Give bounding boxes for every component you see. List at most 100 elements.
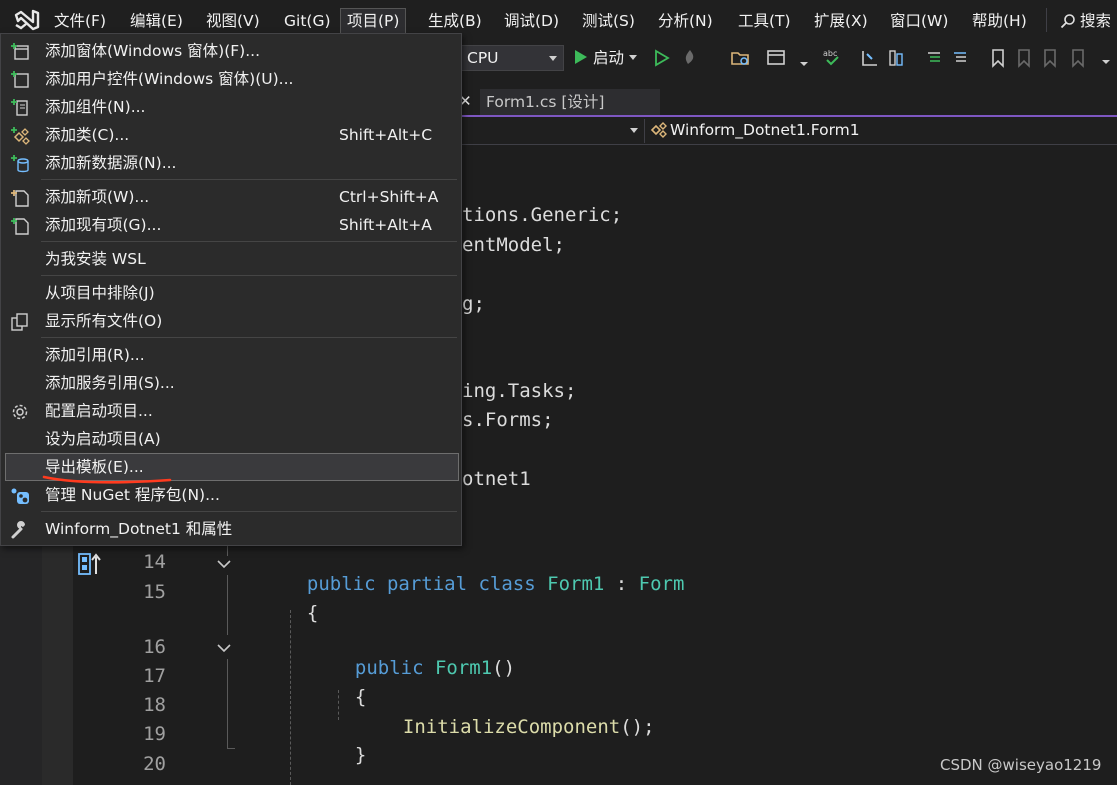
chevron-down-icon[interactable] xyxy=(630,128,638,133)
code-line: InitializeComponent(); xyxy=(380,694,655,738)
code-token: { xyxy=(306,602,319,624)
menu-file[interactable]: 文件(F) xyxy=(48,8,112,34)
menu-edit[interactable]: 编辑(E) xyxy=(124,8,189,34)
menu-item-add-reference[interactable]: 添加引用(R)... xyxy=(1,341,461,369)
menu-build[interactable]: 生成(B) xyxy=(422,8,488,34)
code-fragment: g; xyxy=(462,293,485,315)
step-icon[interactable] xyxy=(860,48,880,68)
menu-item-exclude-from-project[interactable]: 从项目中排除(J) xyxy=(1,279,461,307)
add-class-icon xyxy=(11,127,30,145)
menu-item-install-wsl[interactable]: 为我安装 WSL xyxy=(1,245,461,273)
menu-item-shortcut: Ctrl+Shift+A xyxy=(339,188,439,206)
spell-check-icon[interactable]: abc xyxy=(822,48,842,68)
menu-item-label: 显示所有文件(O) xyxy=(45,312,163,330)
line-number: 18 xyxy=(143,694,166,716)
line-number: 20 xyxy=(143,753,166,775)
menu-item-label: 添加窗体(Windows 窗体)(F)... xyxy=(45,42,261,60)
play-icon xyxy=(575,50,587,64)
class-icon xyxy=(650,122,667,138)
bookmark-icon[interactable] xyxy=(988,48,1008,68)
menu-test[interactable]: 测试(S) xyxy=(576,8,641,34)
code-token: class xyxy=(478,573,548,595)
code-token: { xyxy=(354,686,367,708)
code-fragment: s.Forms; xyxy=(462,409,554,431)
menu-view[interactable]: 视图(V) xyxy=(200,8,266,34)
code-fragment: otnet1 xyxy=(462,468,531,490)
menu-analyze[interactable]: 分析(N) xyxy=(652,8,719,34)
menu-item-add-form[interactable]: 添加窗体(Windows 窗体)(F)... xyxy=(1,37,461,65)
start-label: 启动 xyxy=(592,49,624,67)
wrench-icon xyxy=(11,521,25,539)
add-component-icon xyxy=(11,99,28,116)
code-token: Form xyxy=(638,573,685,595)
menu-item-label: 添加新数据源(N)... xyxy=(45,154,177,172)
menu-item-label: 添加现有项(G)... xyxy=(45,216,162,234)
fold-guide xyxy=(227,659,228,749)
code-token: : xyxy=(604,573,639,595)
menu-item-show-all-files[interactable]: 显示所有文件(O) xyxy=(1,307,461,335)
menu-git[interactable]: Git(G) xyxy=(278,8,337,34)
menu-project[interactable]: 项目(P) xyxy=(340,8,407,34)
menu-window[interactable]: 窗口(W) xyxy=(884,8,954,34)
menu-item-label: 添加组件(N)... xyxy=(45,98,146,116)
collapse-region-icon[interactable] xyxy=(216,557,232,571)
collapse-region-icon[interactable] xyxy=(216,641,232,655)
previous-bookmark-icon[interactable] xyxy=(1014,48,1034,68)
uncomment-lines-icon[interactable] xyxy=(950,48,970,68)
class-selector[interactable]: Winform_Dotnet1.Form1 xyxy=(650,119,860,141)
clear-bookmarks-icon[interactable] xyxy=(1068,48,1088,68)
next-bookmark-icon[interactable] xyxy=(1040,48,1060,68)
menu-tools[interactable]: 工具(T) xyxy=(732,8,797,34)
menu-item-label: 管理 NuGet 程序包(N)... xyxy=(45,486,220,504)
chevron-down-icon xyxy=(628,55,637,60)
hot-reload-icon[interactable] xyxy=(680,48,700,68)
codelens-icon[interactable] xyxy=(78,552,102,576)
align-icon[interactable] xyxy=(886,48,906,68)
open-folder-icon[interactable] xyxy=(730,48,750,68)
menu-separator xyxy=(41,179,457,180)
nuget-icon xyxy=(11,488,29,504)
menu-item-configure-startup[interactable]: 配置启动项目... xyxy=(1,397,461,425)
code-token: (); xyxy=(620,716,655,738)
start-button[interactable]: 启动 xyxy=(574,45,637,71)
menu-extensions[interactable]: 扩展(X) xyxy=(808,8,874,34)
menu-item-label: 添加新项(W)... xyxy=(45,188,150,206)
chevron-down-icon[interactable] xyxy=(794,48,814,68)
line-number: 17 xyxy=(143,665,166,687)
menu-separator xyxy=(41,241,457,242)
platform-dropdown[interactable]: CPU xyxy=(460,45,564,71)
menu-item-shortcut: Shift+Alt+A xyxy=(339,216,432,234)
menu-item-project-properties[interactable]: Winform_Dotnet1 和属性 xyxy=(1,515,461,543)
menu-item-add-user-control[interactable]: 添加用户控件(Windows 窗体)(U)... xyxy=(1,65,461,93)
menu-item-label: 添加服务引用(S)... xyxy=(45,374,175,392)
menu-item-add-existing-item[interactable]: 添加现有项(G)... Shift+Alt+A xyxy=(1,211,461,239)
start-without-debugging-icon[interactable] xyxy=(652,48,672,68)
tab-label: Form1.cs [设计] xyxy=(486,93,605,111)
code-fragment: tions.Generic; xyxy=(462,204,623,226)
chevron-down-icon xyxy=(549,56,557,61)
tab-form1-design[interactable]: Form1.cs [设计] xyxy=(480,89,660,115)
menu-item-add-data-source[interactable]: 添加新数据源(N)... xyxy=(1,149,461,177)
platform-value: CPU xyxy=(467,49,499,67)
comment-lines-icon[interactable] xyxy=(924,48,944,68)
menu-item-add-component[interactable]: 添加组件(N)... xyxy=(1,93,461,121)
menu-item-label: 添加用户控件(Windows 窗体)(U)... xyxy=(45,70,294,88)
add-new-item-icon xyxy=(11,190,29,207)
menu-item-set-startup-project[interactable]: 设为启动项目(A) xyxy=(1,425,461,453)
menu-item-add-service-reference[interactable]: 添加服务引用(S)... xyxy=(1,369,461,397)
annotation-underline xyxy=(42,475,172,484)
menu-debug[interactable]: 调试(D) xyxy=(498,8,565,34)
fold-guide-end xyxy=(227,748,235,749)
svg-text:abc: abc xyxy=(823,49,837,58)
menu-item-label: 从项目中排除(J) xyxy=(45,284,155,302)
visual-studio-logo-icon[interactable] xyxy=(14,9,40,31)
menu-item-add-class[interactable]: 添加类(C)... Shift+Alt+C xyxy=(1,121,461,149)
menu-separator xyxy=(41,275,457,276)
menu-item-add-new-item[interactable]: 添加新项(W)... Ctrl+Shift+A xyxy=(1,183,461,211)
toolbar-overflow-icon[interactable] xyxy=(1096,48,1116,68)
search-label: 搜索 xyxy=(1080,12,1112,30)
window-layout-icon[interactable] xyxy=(766,48,786,68)
nav-separator xyxy=(644,119,645,143)
search-box[interactable]: 搜索 xyxy=(1060,8,1111,34)
menu-help[interactable]: 帮助(H) xyxy=(966,8,1033,34)
